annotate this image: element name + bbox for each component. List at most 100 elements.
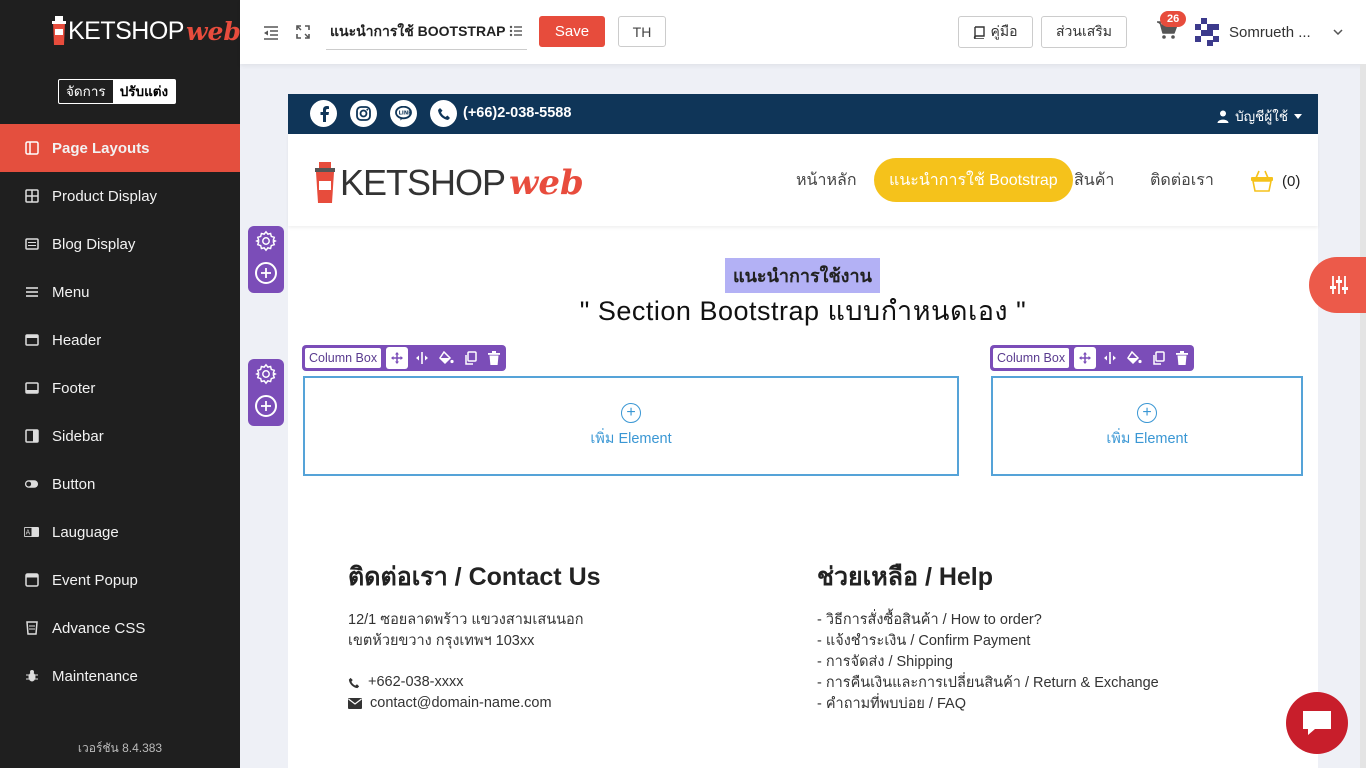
save-button[interactable]: Save — [539, 16, 605, 47]
mode-customize-button[interactable]: ปรับแต่ง — [112, 80, 176, 103]
column-toolbar: Column Box — [302, 345, 507, 371]
bug-icon — [24, 669, 39, 684]
outdent-icon[interactable] — [263, 24, 279, 40]
language-button[interactable]: TH — [618, 16, 666, 47]
list-icon — [24, 237, 39, 252]
address-line: เขตห้วยขวาง กรุงเทพฯ 103xx — [348, 633, 535, 649]
help-link-confirm-payment[interactable]: - แจ้งชำระเงิน / Confirm Payment — [817, 631, 1159, 652]
sidebar-item-advance-css[interactable]: Advance CSS — [0, 604, 240, 652]
site-phone[interactable]: (+66)2-038-5588 — [463, 105, 571, 121]
sidebar-item-footer[interactable]: Footer — [0, 364, 240, 412]
account-menu[interactable]: บัญชีผู้ใช้ — [1217, 105, 1302, 127]
phone-icon[interactable] — [430, 100, 457, 127]
copy-icon[interactable] — [1146, 345, 1170, 371]
paint-bucket-icon[interactable] — [1122, 345, 1146, 371]
column-box[interactable]: + เพิ่ม Element — [303, 376, 959, 476]
sidebar-item-product-display[interactable]: Product Display — [0, 172, 240, 220]
manual-button[interactable]: คู่มือ — [958, 16, 1033, 48]
scrollbar[interactable] — [1360, 64, 1366, 768]
contact-title: ติดต่อเรา / Contact Us — [348, 563, 601, 591]
sidebar-item-maintenance[interactable]: Maintenance — [0, 652, 240, 700]
row-settings-gear-icon[interactable] — [255, 363, 277, 385]
sidebar-item-event-popup[interactable]: Event Popup — [0, 556, 240, 604]
site-logo-text: KETSHOP — [340, 162, 506, 203]
logo-web-text: web — [185, 16, 241, 46]
caret-down-icon — [1294, 113, 1302, 119]
site-logo-web-text: web — [509, 163, 584, 203]
row-add-plus-icon[interactable] — [255, 395, 277, 417]
column-box[interactable]: + เพิ่ม Element — [991, 376, 1303, 476]
sidebar-item-page-layouts[interactable]: Page Layouts — [0, 124, 240, 172]
sidebar-item-header[interactable]: Header — [0, 316, 240, 364]
section-label[interactable]: แนะนำการใช้งาน — [725, 258, 880, 293]
paint-bucket-icon[interactable] — [434, 345, 458, 371]
add-element-label: เพิ่ม Element — [590, 430, 672, 447]
page-select-value: แนะนำการใช้ BOOTSTRAP — [330, 22, 506, 39]
instagram-icon[interactable] — [350, 100, 377, 127]
mode-manage-button[interactable]: จัดการ — [59, 80, 113, 103]
help-title: ช่วยเหลือ / Help — [817, 563, 994, 591]
section-add-plus-icon[interactable] — [255, 262, 277, 284]
add-element-plus-icon: + — [621, 402, 641, 423]
site-logo[interactable]: KETSHOP web — [314, 162, 584, 204]
user-name: Somrueth ... — [1229, 23, 1311, 41]
nav-bootstrap-guide[interactable]: แนะนำการใช้ Bootstrap — [874, 158, 1073, 202]
help-link-how-to-order[interactable]: - วิธีการสั่งซื้อสินค้า / How to order? — [817, 610, 1159, 631]
topbar: แนะนำการใช้ BOOTSTRAP Save TH คู่มือ ส่ว… — [240, 0, 1366, 64]
add-element-label: เพิ่ม Element — [1106, 430, 1188, 447]
sidebar-item-blog-display[interactable]: Blog Display — [0, 220, 240, 268]
contact-email[interactable]: contact@domain-name.com — [348, 693, 552, 714]
cart-count: (0) — [1282, 172, 1301, 190]
layout-icon — [24, 141, 39, 156]
app-logo[interactable]: KETSHOP web — [52, 16, 241, 46]
fullscreen-icon[interactable] — [295, 24, 311, 40]
float-chat-button[interactable] — [1286, 692, 1348, 754]
sidebar-item-label: Footer — [52, 379, 96, 397]
nav-contact[interactable]: ติดต่อเรา — [1150, 158, 1214, 202]
site-cart[interactable]: (0) — [1250, 170, 1300, 192]
add-element-plus-icon: + — [1137, 402, 1157, 423]
sidebar-item-label: Product Display — [52, 187, 158, 205]
column-box-label[interactable]: Column Box — [992, 347, 1071, 369]
cart-badge: 26 — [1160, 11, 1187, 27]
move-icon[interactable] — [1074, 347, 1097, 369]
section-settings-gear-icon[interactable] — [255, 230, 277, 252]
sidebar-item-language[interactable]: A Lauguage — [0, 508, 240, 556]
sidebar-item-label: Lauguage — [52, 523, 119, 541]
section-title[interactable]: " Section Bootstrap แบบกำหนดเอง " — [288, 289, 1318, 332]
trash-icon[interactable] — [482, 345, 506, 371]
sidebar-icon — [24, 429, 39, 444]
contact-phone[interactable]: +662-038-xxxx — [348, 672, 464, 693]
user-menu[interactable]: Somrueth ... — [1193, 18, 1343, 46]
nav-products[interactable]: สินค้า — [1074, 158, 1114, 202]
help-link-shipping[interactable]: - การจัดส่ง / Shipping — [817, 652, 1159, 673]
move-icon[interactable] — [386, 347, 409, 369]
float-settings-button[interactable] — [1309, 257, 1366, 313]
page-select[interactable]: แนะนำการใช้ BOOTSTRAP — [326, 14, 527, 50]
nav-home[interactable]: หน้าหลัก — [796, 158, 857, 202]
resize-icon[interactable] — [410, 345, 434, 371]
addon-button[interactable]: ส่วนเสริม — [1041, 16, 1127, 48]
sidebar-item-label: Sidebar — [52, 427, 104, 445]
svg-text:A: A — [26, 529, 31, 537]
sidebar-item-button[interactable]: Button — [0, 460, 240, 508]
line-icon[interactable]: LINE — [390, 100, 417, 127]
sidebar-item-label: Event Popup — [52, 571, 138, 589]
help-link-return-exchange[interactable]: - การคืนเงินและการเปลี่ยนสินค้า / Return… — [817, 673, 1159, 694]
menu-icon — [24, 285, 39, 300]
svg-text:LINE: LINE — [399, 111, 412, 117]
user-icon — [1217, 110, 1229, 123]
copy-icon[interactable] — [458, 345, 482, 371]
phone-icon — [348, 677, 360, 688]
site-topstrip: LINE (+66)2-038-5588 บัญชีผู้ใช้ — [288, 94, 1318, 134]
site-header: KETSHOP web หน้าหลัก แนะนำการใช้ Bootstr… — [288, 134, 1318, 226]
envelope-icon — [348, 698, 362, 709]
facebook-icon[interactable] — [310, 100, 337, 127]
resize-icon[interactable] — [1098, 345, 1122, 371]
help-link-faq[interactable]: - คำถามที่พบบ่อย / FAQ — [817, 694, 1159, 715]
column-box-label[interactable]: Column Box — [304, 347, 383, 369]
toggle-icon — [24, 477, 39, 492]
trash-icon[interactable] — [1170, 345, 1194, 371]
sidebar-item-menu[interactable]: Menu — [0, 268, 240, 316]
sidebar-item-sidebar[interactable]: Sidebar — [0, 412, 240, 460]
